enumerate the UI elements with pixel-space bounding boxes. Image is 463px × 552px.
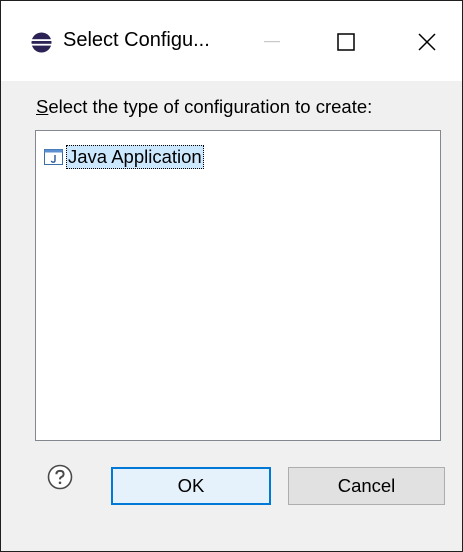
java-application-icon xyxy=(44,149,63,165)
configuration-type-list[interactable]: Java Application xyxy=(35,130,441,441)
window-title: Select Configu... xyxy=(63,29,210,51)
maximize-icon xyxy=(337,33,355,51)
select-configuration-dialog: Select Configu... Select the type of con… xyxy=(0,0,463,552)
list-item-java-application[interactable]: Java Application xyxy=(44,144,204,170)
maximize-button[interactable] xyxy=(318,23,374,61)
eclipse-icon xyxy=(31,32,52,53)
minimize-icon xyxy=(264,41,280,43)
configuration-type-prompt: Select the type of configuration to crea… xyxy=(36,96,372,118)
help-icon[interactable] xyxy=(47,464,73,490)
ok-button[interactable]: OK xyxy=(111,467,271,505)
title-bar[interactable]: Select Configu... xyxy=(1,1,462,81)
minimize-button[interactable] xyxy=(244,23,300,61)
close-button[interactable] xyxy=(399,23,455,61)
close-icon xyxy=(418,33,436,51)
list-item-label: Java Application xyxy=(66,145,204,169)
prompt-mnemonic: S xyxy=(36,96,49,117)
cancel-button[interactable]: Cancel xyxy=(288,467,445,505)
prompt-text: elect the type of configuration to creat… xyxy=(48,96,373,117)
